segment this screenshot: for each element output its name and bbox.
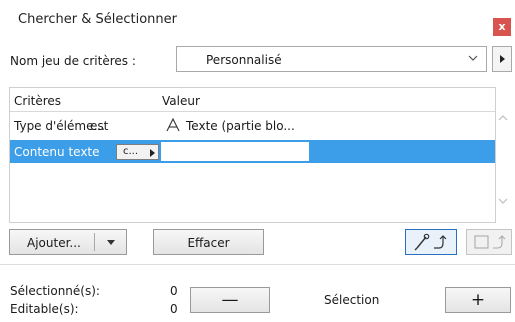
- table-row-selected[interactable]: Contenu texte c...: [10, 140, 495, 163]
- close-button[interactable]: x: [493, 18, 511, 36]
- pick-up-tool-button[interactable]: [405, 229, 457, 255]
- section-divider: [0, 264, 515, 265]
- button-separator: [94, 233, 95, 251]
- close-icon: x: [498, 20, 506, 33]
- clear-button[interactable]: Effacer: [153, 229, 264, 255]
- row-operator[interactable]: est: [90, 119, 108, 133]
- column-header-value: Valeur: [162, 94, 200, 108]
- text-icon: [166, 118, 180, 132]
- criteria-set-label: Nom jeu de critères :: [10, 54, 136, 68]
- row-criteria[interactable]: Contenu texte: [14, 145, 100, 159]
- selected-count: 0: [170, 284, 178, 298]
- editable-label: Editable(s):: [10, 302, 79, 316]
- chevron-right-icon: [150, 149, 155, 157]
- add-button-label: Ajouter...: [27, 236, 81, 250]
- editable-count: 0: [170, 302, 178, 316]
- plus-icon: +: [470, 290, 486, 310]
- chevron-down-icon: [468, 55, 478, 61]
- header-divider: [10, 111, 495, 112]
- value-input[interactable]: [161, 142, 309, 161]
- operator-dropdown[interactable]: c...: [116, 144, 159, 160]
- operator-value: c...: [123, 146, 139, 157]
- marquee-tool-button[interactable]: [466, 229, 512, 255]
- clear-button-label: Effacer: [187, 236, 230, 250]
- column-header-criteria: Critères: [14, 94, 62, 108]
- scroll-down-icon[interactable]: [497, 196, 509, 206]
- minus-icon: —: [221, 290, 239, 310]
- criteria-set-next-button[interactable]: [492, 46, 512, 72]
- row-value[interactable]: Texte (partie blo...: [186, 119, 295, 133]
- chevron-right-icon: [500, 55, 505, 63]
- criteria-set-dropdown[interactable]: Personnalisé: [176, 46, 487, 72]
- remove-from-selection-button[interactable]: —: [190, 287, 270, 313]
- criteria-table: Critères Valeur Type d'éléme... est Text…: [9, 87, 496, 223]
- title-bar: Chercher & Sélectionner x: [0, 0, 515, 38]
- add-to-selection-button[interactable]: +: [445, 287, 511, 313]
- criteria-set-value: Personnalisé: [206, 53, 282, 67]
- selection-label: Sélection: [324, 293, 380, 307]
- scroll-up-icon[interactable]: [497, 113, 509, 123]
- pick-up-icon: [414, 233, 447, 251]
- chevron-down-icon[interactable]: [107, 240, 115, 245]
- selected-label: Sélectionné(s):: [10, 284, 100, 298]
- window-title: Chercher & Sélectionner: [18, 12, 177, 27]
- marquee-icon: [474, 235, 506, 249]
- add-criterion-button[interactable]: Ajouter...: [9, 229, 127, 255]
